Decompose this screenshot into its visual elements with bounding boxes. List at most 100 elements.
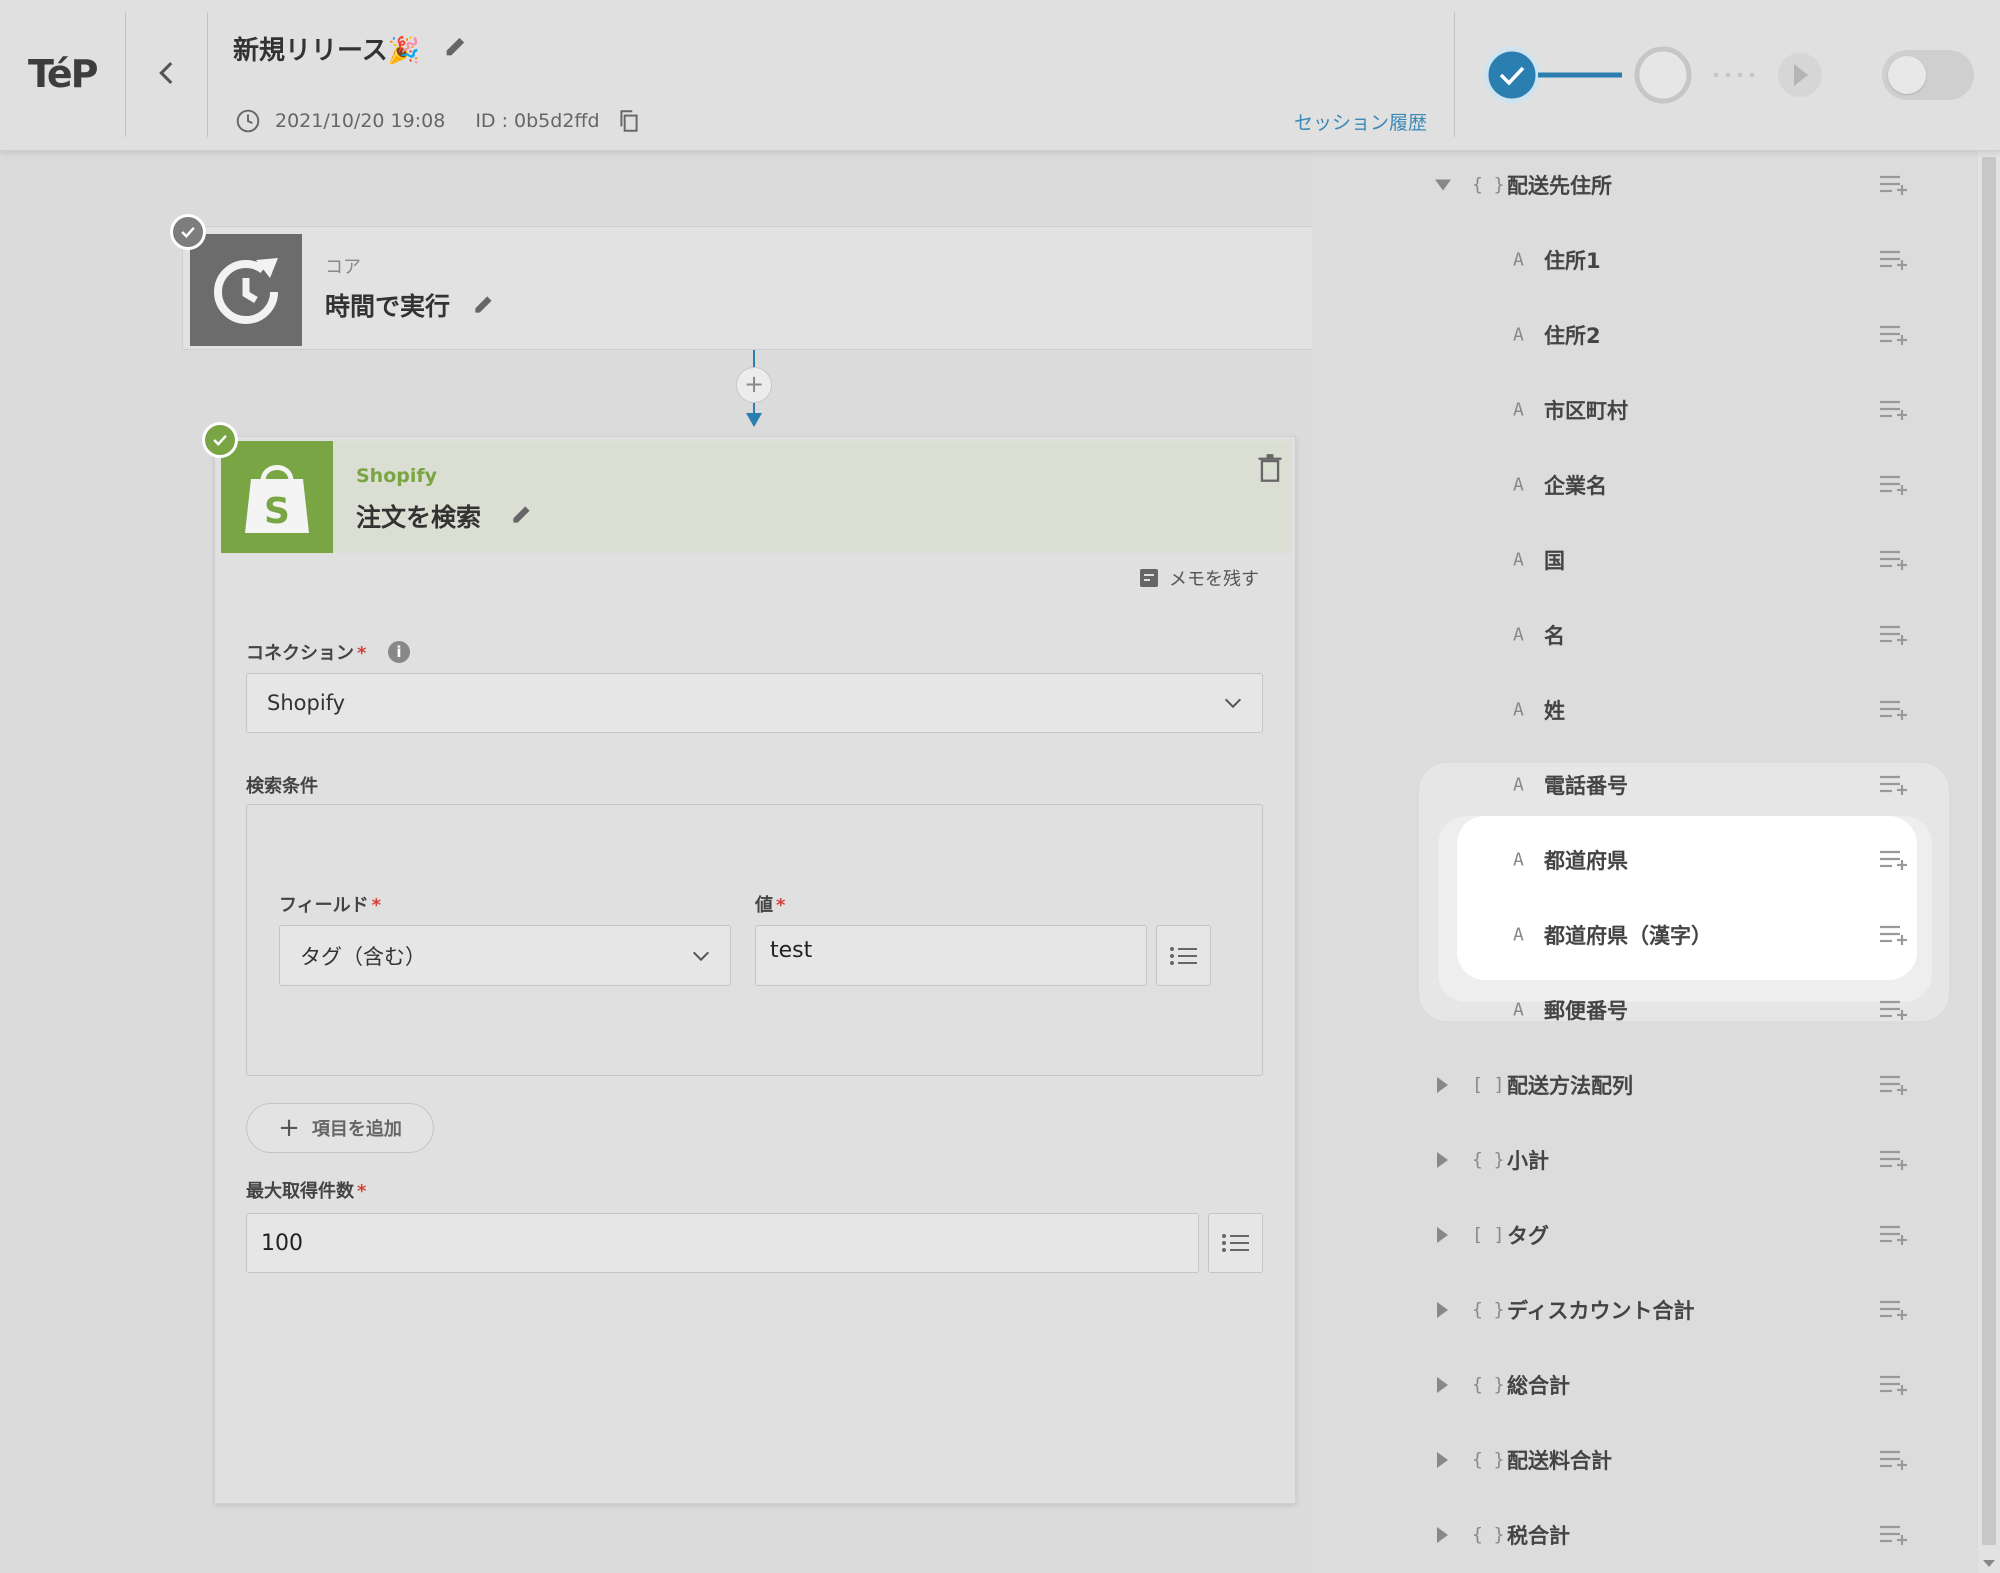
type-indicator: A xyxy=(1513,549,1524,570)
type-indicator: A xyxy=(1513,624,1524,645)
insert-variable-icon[interactable] xyxy=(1878,398,1910,422)
insert-variable-icon[interactable] xyxy=(1878,1148,1910,1172)
insert-variable-icon[interactable] xyxy=(1878,998,1910,1022)
caret-right-icon[interactable] xyxy=(1437,1226,1448,1243)
tree-item[interactable]: A名 xyxy=(1312,597,1978,672)
scrollbar-thumb[interactable] xyxy=(1982,157,1996,1545)
header-divider xyxy=(125,12,126,137)
app-header: TéP 新規リリース🎉 2021/10/20 19:08 ID : 0b5d2f… xyxy=(0,0,2000,151)
max-count-input[interactable]: 100 xyxy=(246,1213,1199,1273)
tree-item[interactable]: { } 総合計 xyxy=(1312,1347,1978,1422)
leave-memo-button[interactable]: メモを残す xyxy=(1137,565,1259,591)
copy-icon[interactable] xyxy=(616,108,642,134)
tree-item[interactable]: { } 小計 xyxy=(1312,1122,1978,1197)
required-mark: * xyxy=(357,643,367,664)
tree-item[interactable]: A姓 xyxy=(1312,672,1978,747)
flow-id: ID : 0b5d2ffd xyxy=(475,110,600,132)
insert-variable-icon[interactable] xyxy=(1878,923,1910,947)
variable-list-button[interactable] xyxy=(1208,1213,1263,1273)
type-indicator: { } xyxy=(1472,174,1505,195)
type-indicator: A xyxy=(1513,774,1524,795)
tree-item[interactable]: A 都道府県（漢字） xyxy=(1312,897,1978,972)
chevron-down-icon xyxy=(692,951,710,961)
edit-step-pencil-icon[interactable] xyxy=(471,291,497,317)
action-step-header[interactable]: S Shopify 注文を検索 xyxy=(221,441,1291,553)
caret-right-icon[interactable] xyxy=(1437,1526,1448,1543)
search-conditions-label: 検索条件 xyxy=(246,776,318,797)
type-indicator: A xyxy=(1513,849,1524,870)
field-select[interactable]: タグ（含む） xyxy=(279,925,731,986)
header-divider xyxy=(1454,12,1455,137)
insert-variable-icon[interactable] xyxy=(1878,548,1910,572)
insert-variable-icon[interactable] xyxy=(1878,848,1910,872)
insert-variable-icon[interactable] xyxy=(1878,698,1910,722)
insert-variable-icon[interactable] xyxy=(1878,1223,1910,1247)
caret-right-icon[interactable] xyxy=(1437,1076,1448,1093)
tree-item-label: 都道府県（漢字） xyxy=(1544,923,1712,948)
tree-item[interactable]: { } ディスカウント合計 xyxy=(1312,1272,1978,1347)
tree-item[interactable]: A 都道府県 xyxy=(1312,822,1978,897)
scroll-down-arrow-icon[interactable] xyxy=(1983,1560,1995,1567)
type-indicator: { } xyxy=(1472,1149,1505,1170)
type-indicator: { } xyxy=(1472,1299,1505,1320)
flow-active-toggle[interactable] xyxy=(1882,50,1974,100)
add-step-plus-button[interactable]: + xyxy=(736,367,772,403)
trigger-step-card[interactable]: コア 時間で実行 xyxy=(182,226,1312,350)
tree-item[interactable]: A 郵便番号 xyxy=(1312,972,1978,1047)
insert-variable-icon[interactable] xyxy=(1878,1073,1910,1097)
tree-item[interactable]: A 住所2 xyxy=(1312,297,1978,372)
flow-title: 新規リリース🎉 xyxy=(233,36,421,66)
tree-item[interactable]: { } 配送先住所 xyxy=(1312,151,1978,222)
insert-variable-icon[interactable] xyxy=(1878,1373,1910,1397)
insert-variable-icon[interactable] xyxy=(1878,248,1910,272)
flow-progress-stepper xyxy=(1483,46,1822,104)
tree-item[interactable]: A 企業名 xyxy=(1312,447,1978,522)
value-label: 値 * xyxy=(755,895,786,916)
insert-variable-icon[interactable] xyxy=(1878,1298,1910,1322)
flow-meta: 2021/10/20 19:08 ID : 0b5d2ffd xyxy=(235,108,642,134)
step-check-badge-icon xyxy=(170,214,206,250)
edit-title-pencil-icon[interactable] xyxy=(442,32,470,60)
caret-right-icon[interactable] xyxy=(1437,1451,1448,1468)
caret-right-icon[interactable] xyxy=(1437,1376,1448,1393)
insert-variable-icon[interactable] xyxy=(1878,623,1910,647)
caret-down-icon[interactable] xyxy=(1435,179,1451,190)
tree-item-label: 電話番号 xyxy=(1544,773,1628,798)
caret-right-icon[interactable] xyxy=(1437,1151,1448,1168)
tree-item[interactable]: A 電話番号 xyxy=(1312,747,1978,822)
tree-item[interactable]: A 住所1 xyxy=(1312,222,1978,297)
output-variables-tree: { } 配送先住所 A 住所1 A 住所2 A 市区町村 A 企業名 A 国 A 名 A 姓 A 電話番号 A 都道府… xyxy=(1312,151,1978,1573)
tree-item-label: 配送方法配列 xyxy=(1507,1073,1633,1098)
insert-variable-icon[interactable] xyxy=(1878,1448,1910,1472)
tree-item-label: 税合計 xyxy=(1507,1523,1570,1548)
value-input[interactable]: test xyxy=(755,925,1147,986)
variable-list-button[interactable] xyxy=(1156,925,1211,986)
insert-variable-icon[interactable] xyxy=(1878,473,1910,497)
back-chevron-icon[interactable] xyxy=(150,56,184,90)
delete-trash-icon[interactable] xyxy=(1256,453,1284,483)
type-indicator: A xyxy=(1513,924,1524,945)
insert-variable-icon[interactable] xyxy=(1878,773,1910,797)
session-history-link[interactable]: セッション履歴 xyxy=(1294,108,1427,135)
insert-variable-icon[interactable] xyxy=(1878,323,1910,347)
tree-item[interactable]: [ ] 配送方法配列 xyxy=(1312,1047,1978,1122)
connector-arrow-icon xyxy=(746,413,762,427)
tree-item[interactable]: A国 xyxy=(1312,522,1978,597)
caret-right-icon[interactable] xyxy=(1437,1301,1448,1318)
edit-step-pencil-icon[interactable] xyxy=(509,501,535,527)
tree-item[interactable]: { } 配送料合計 xyxy=(1312,1422,1978,1497)
add-item-button[interactable]: + 項目を追加 xyxy=(246,1103,434,1153)
tree-item[interactable]: [ ] タグ xyxy=(1312,1197,1978,1272)
memo-label: メモを残す xyxy=(1169,569,1259,590)
connection-select[interactable]: Shopify xyxy=(246,673,1263,733)
tree-scrollbar[interactable] xyxy=(1978,151,2000,1573)
info-icon[interactable]: i xyxy=(388,641,410,663)
connection-label: コネクション * xyxy=(246,643,367,664)
type-indicator: { } xyxy=(1472,1374,1505,1395)
action-step-panel: S Shopify 注文を検索 メモを残す コネクション * i Shopify … xyxy=(214,436,1296,1504)
insert-variable-icon[interactable] xyxy=(1878,1523,1910,1547)
insert-variable-icon[interactable] xyxy=(1878,173,1910,197)
tree-item-label: タグ xyxy=(1507,1223,1549,1248)
tree-item[interactable]: A 市区町村 xyxy=(1312,372,1978,447)
tree-item[interactable]: { } 税合計 xyxy=(1312,1497,1978,1572)
